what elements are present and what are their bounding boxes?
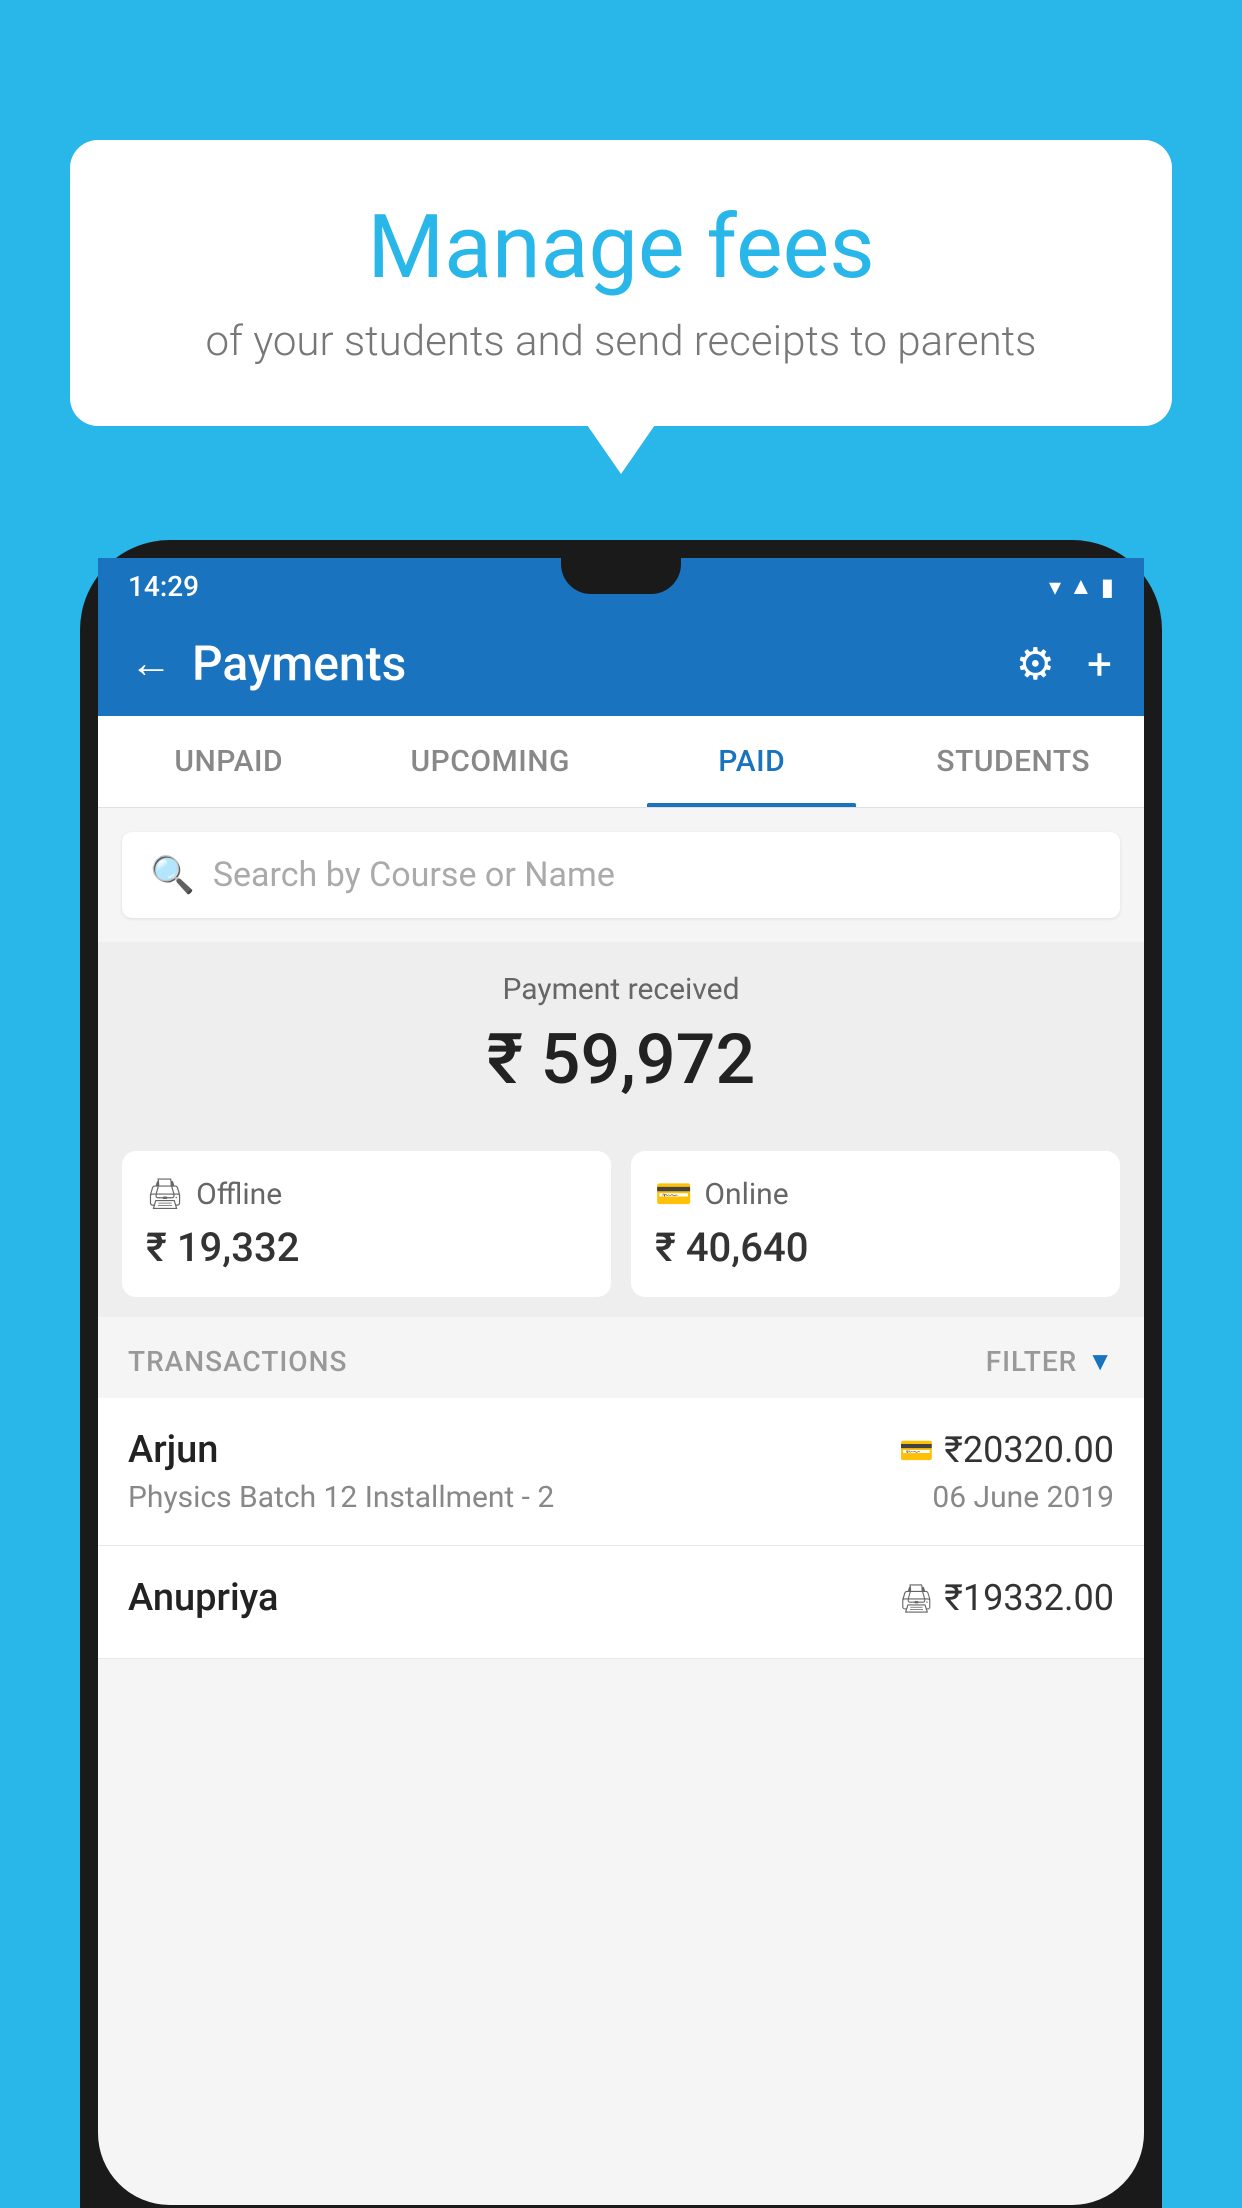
offline-card-header: 🖨 Offline xyxy=(146,1177,587,1212)
payment-summary: Payment received ₹ 59,972 xyxy=(98,942,1144,1131)
signal-icon: ▲ xyxy=(1069,572,1093,601)
filter-label: FILTER xyxy=(986,1345,1078,1378)
offline-icon: 🖨 xyxy=(146,1177,184,1212)
speech-bubble: Manage fees of your students and send re… xyxy=(70,140,1172,426)
tab-upcoming[interactable]: UPCOMING xyxy=(360,716,622,807)
settings-icon[interactable]: ⚙ xyxy=(1016,638,1055,690)
payment-amount: ₹ 59,972 xyxy=(128,1019,1114,1101)
transaction-course-arjun: Physics Batch 12 Installment - 2 xyxy=(128,1480,554,1515)
transaction-main-arjun: Arjun 💳 ₹20320.00 xyxy=(128,1428,1114,1472)
app-header: ← Payments ⚙ + xyxy=(98,611,1144,716)
phone-time: 14:29 xyxy=(128,570,199,603)
app-screen: ← Payments ⚙ + UNPAID UPCOMING PAID STUD… xyxy=(98,611,1144,2205)
phone-frame: 14:29 ▾ ▲ ▮ ← Payments ⚙ + xyxy=(80,540,1162,2208)
filter-icon: ▼ xyxy=(1087,1346,1114,1377)
transaction-main-anupriya: Anupriya 🖨 ₹19332.00 xyxy=(128,1576,1114,1620)
filter-button[interactable]: FILTER ▼ xyxy=(986,1345,1114,1378)
transaction-date-arjun: 06 June 2019 xyxy=(932,1480,1114,1515)
speech-bubble-container: Manage fees of your students and send re… xyxy=(70,140,1172,426)
back-button[interactable]: ← xyxy=(130,639,172,688)
add-icon[interactable]: + xyxy=(1087,638,1112,690)
offline-amount: ₹ 19,332 xyxy=(146,1224,587,1271)
online-icon: 💳 xyxy=(655,1177,692,1212)
header-right: ⚙ + xyxy=(1016,638,1112,690)
transaction-amount-arjun: ₹20320.00 xyxy=(944,1429,1114,1471)
search-placeholder-text: Search by Course or Name xyxy=(213,855,615,895)
tab-unpaid[interactable]: UNPAID xyxy=(98,716,360,807)
payment-received-label: Payment received xyxy=(128,972,1114,1007)
status-icons: ▾ ▲ ▮ xyxy=(1049,572,1114,601)
battery-icon: ▮ xyxy=(1101,573,1114,601)
transaction-amount-row-anupriya: 🖨 ₹19332.00 xyxy=(899,1577,1114,1619)
bubble-title: Manage fees xyxy=(150,200,1092,297)
transactions-label: TRANSACTIONS xyxy=(128,1345,347,1378)
offline-label: Offline xyxy=(196,1177,282,1212)
online-card: 💳 Online ₹ 40,640 xyxy=(631,1151,1120,1297)
payment-cards-row: 🖨 Offline ₹ 19,332 💳 Online ₹ 40,640 xyxy=(98,1131,1144,1317)
transaction-amount-row-arjun: 💳 ₹20320.00 xyxy=(899,1429,1114,1471)
header-left: ← Payments xyxy=(130,635,406,692)
transaction-amount-anupriya: ₹19332.00 xyxy=(944,1577,1114,1619)
offline-card: 🖨 Offline ₹ 19,332 xyxy=(122,1151,611,1297)
card-pay-icon-arjun: 💳 xyxy=(899,1434,934,1467)
wifi-icon: ▾ xyxy=(1049,573,1061,601)
online-label: Online xyxy=(704,1177,788,1212)
online-amount: ₹ 40,640 xyxy=(655,1224,1096,1271)
transaction-row-anupriya[interactable]: Anupriya 🖨 ₹19332.00 xyxy=(98,1546,1144,1659)
tab-students[interactable]: STUDENTS xyxy=(883,716,1145,807)
tabs-bar: UNPAID UPCOMING PAID STUDENTS xyxy=(98,716,1144,808)
transaction-name-anupriya: Anupriya xyxy=(128,1576,278,1620)
bubble-subtitle: of your students and send receipts to pa… xyxy=(150,317,1092,366)
header-title: Payments xyxy=(192,635,406,692)
phone-notch xyxy=(561,558,681,594)
transactions-header: TRANSACTIONS FILTER ▼ xyxy=(98,1317,1144,1398)
online-card-header: 💳 Online xyxy=(655,1177,1096,1212)
search-icon: 🔍 xyxy=(150,854,195,896)
transaction-sub-arjun: Physics Batch 12 Installment - 2 06 June… xyxy=(128,1480,1114,1515)
transaction-name-arjun: Arjun xyxy=(128,1428,218,1472)
tab-paid[interactable]: PAID xyxy=(621,716,883,807)
cash-icon-anupriya: 🖨 xyxy=(899,1582,935,1615)
phone-wrapper: 14:29 ▾ ▲ ▮ ← Payments ⚙ + xyxy=(80,540,1162,2208)
search-bar[interactable]: 🔍 Search by Course or Name xyxy=(122,832,1120,918)
transaction-row-arjun[interactable]: Arjun 💳 ₹20320.00 Physics Batch 12 Insta… xyxy=(98,1398,1144,1546)
